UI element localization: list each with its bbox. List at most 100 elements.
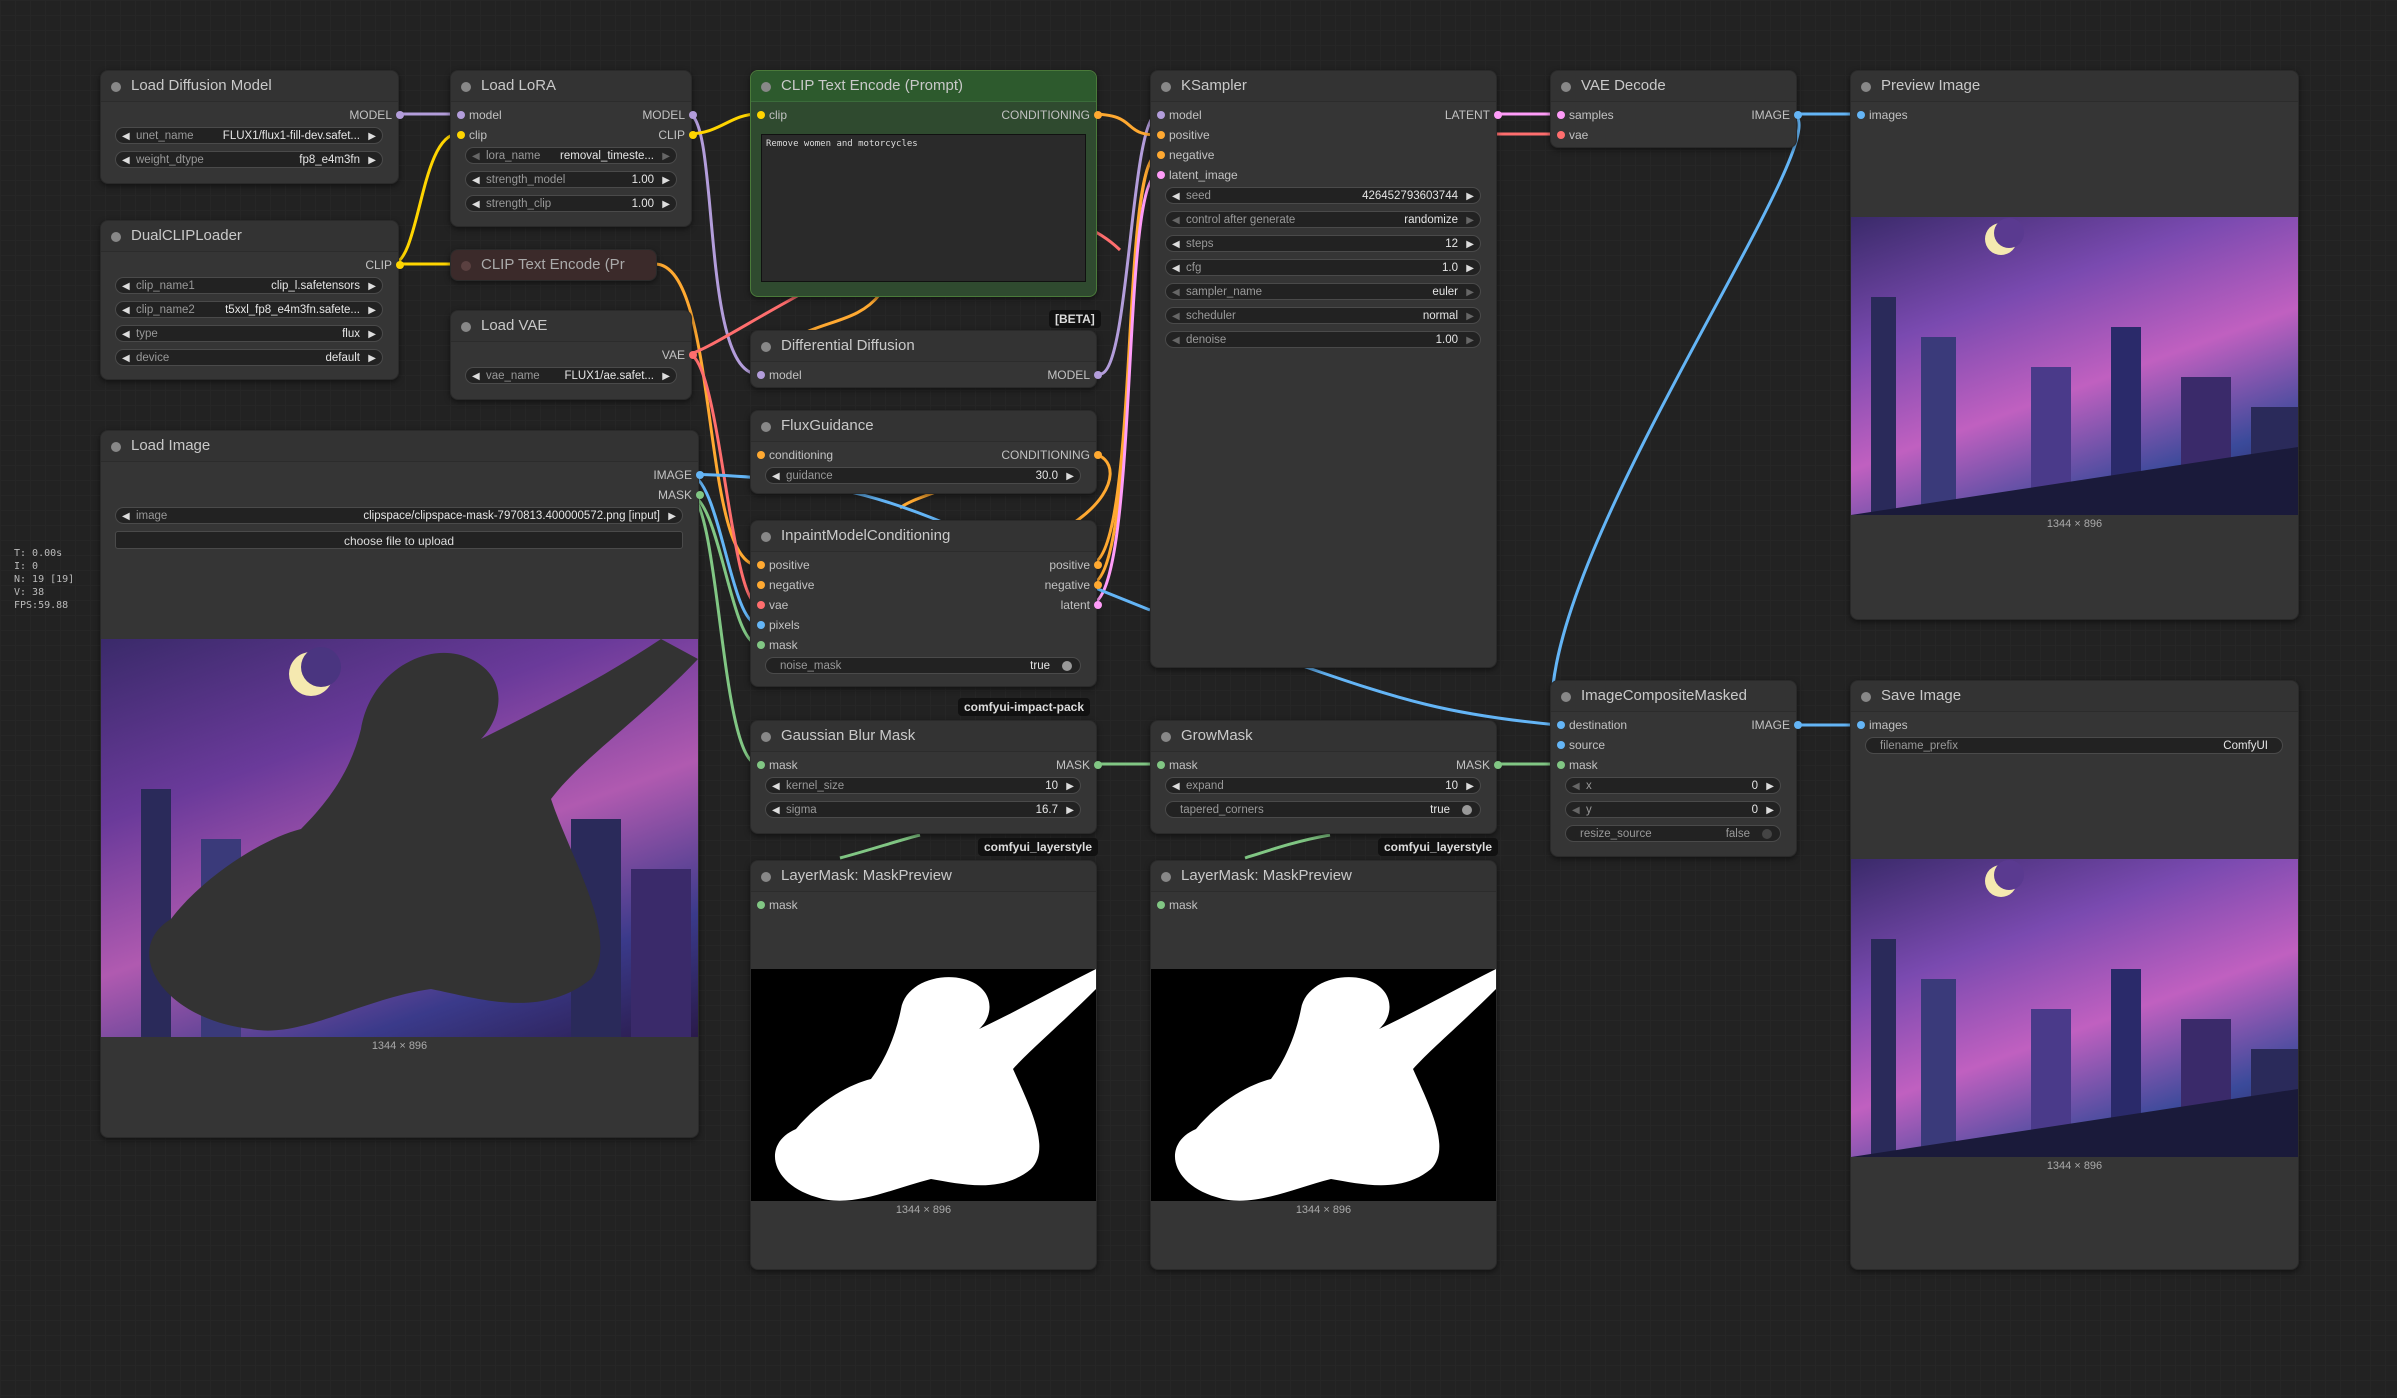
node-differential-diffusion[interactable]: Differential Diffusion model MODEL xyxy=(750,330,1102,388)
image-combo[interactable]: ◀ image clipspace/clipspace-mask-7970813.4… xyxy=(115,507,683,524)
port-dot[interactable] xyxy=(457,111,465,119)
node-title-bar[interactable]: GrowMask xyxy=(1151,721,1496,752)
noise-mask-toggle[interactable]: noise_mask true xyxy=(765,657,1081,674)
arrow-left-icon[interactable]: ◀ xyxy=(122,350,130,367)
input-samples[interactable]: samples xyxy=(1557,108,1614,122)
toggle-knob[interactable] xyxy=(1062,661,1072,671)
arrow-left-icon[interactable]: ◀ xyxy=(1172,284,1180,301)
collapse-dot-icon[interactable] xyxy=(461,322,471,332)
vae-name-combo[interactable]: ◀ vae_name FLUX1/ae.safet... ▶ xyxy=(465,367,677,384)
node-title-bar[interactable]: Load Image xyxy=(101,431,698,462)
node-title-bar[interactable]: LayerMask: MaskPreview xyxy=(751,861,1096,892)
arrow-right-icon[interactable]: ▶ xyxy=(1766,802,1774,819)
collapse-dot-icon[interactable] xyxy=(1561,82,1571,92)
collapse-dot-icon[interactable] xyxy=(461,82,471,92)
node-load-vae[interactable]: Load VAE VAE ◀ vae_name FLUX1/ae.safet... ▶ xyxy=(450,310,697,400)
port-dot[interactable] xyxy=(689,111,697,119)
arrow-left-icon[interactable]: ◀ xyxy=(1172,778,1180,795)
output-conditioning[interactable]: CONDITIONING xyxy=(1001,108,1102,122)
output-mask[interactable]: MASK xyxy=(1456,758,1502,772)
arrow-right-icon[interactable]: ▶ xyxy=(368,152,376,169)
steps-number[interactable]: ◀ steps 12 ▶ xyxy=(1165,235,1481,252)
output-model[interactable]: MODEL xyxy=(642,108,697,122)
node-title-bar[interactable]: Load VAE xyxy=(451,311,691,342)
node-title-bar[interactable]: DualCLIPLoader xyxy=(101,221,398,252)
port-dot[interactable] xyxy=(1094,601,1102,609)
port-dot[interactable] xyxy=(1557,761,1565,769)
output-clip[interactable]: CLIP xyxy=(658,128,697,142)
input-source[interactable]: source xyxy=(1557,738,1605,752)
arrow-right-icon[interactable]: ▶ xyxy=(1466,284,1474,301)
arrow-left-icon[interactable]: ◀ xyxy=(122,152,130,169)
node-title-bar[interactable]: VAE Decode xyxy=(1551,71,1796,102)
node-title-bar[interactable]: ImageCompositeMasked xyxy=(1551,681,1796,712)
input-mask[interactable]: mask xyxy=(757,638,798,652)
node-clip-text-encode[interactable]: CLIP Text Encode (Prompt) clip CONDITION… xyxy=(750,70,1102,297)
node-ksampler[interactable]: KSampler model positive negative latent_… xyxy=(1150,70,1502,668)
port-dot[interactable] xyxy=(1494,111,1502,119)
arrow-left-icon[interactable]: ◀ xyxy=(472,368,480,385)
collapse-dot-icon[interactable] xyxy=(761,422,771,432)
input-mask[interactable]: mask xyxy=(1157,758,1198,772)
node-title-bar[interactable]: KSampler xyxy=(1151,71,1496,102)
port-dot[interactable] xyxy=(1157,901,1165,909)
input-pixels[interactable]: pixels xyxy=(757,618,800,632)
node-title-bar[interactable]: Gaussian Blur Mask xyxy=(751,721,1096,752)
node-title-bar[interactable]: InpaintModelConditioning xyxy=(751,521,1096,552)
port-dot[interactable] xyxy=(1094,371,1102,379)
port-dot[interactable] xyxy=(757,761,765,769)
port-dot[interactable] xyxy=(757,111,765,119)
arrow-left-icon[interactable]: ◀ xyxy=(472,172,480,189)
arrow-left-icon[interactable]: ◀ xyxy=(122,278,130,295)
toggle-knob[interactable] xyxy=(1762,829,1772,839)
port-dot[interactable] xyxy=(1857,721,1865,729)
input-images[interactable]: images xyxy=(1857,108,1908,122)
input-vae[interactable]: vae xyxy=(1557,128,1588,142)
port-dot[interactable] xyxy=(396,261,404,269)
arrow-left-icon[interactable]: ◀ xyxy=(772,802,780,819)
port-dot[interactable] xyxy=(1794,111,1802,119)
denoise-number[interactable]: ◀ denoise 1.00 ▶ xyxy=(1165,331,1481,348)
arrow-right-icon[interactable]: ▶ xyxy=(1766,778,1774,795)
node-mask-preview-2[interactable]: LayerMask: MaskPreview mask 1344 × 896 xyxy=(1150,860,1497,1270)
arrow-left-icon[interactable]: ◀ xyxy=(1172,188,1180,205)
node-title-bar[interactable]: Load Diffusion Model xyxy=(101,71,398,102)
tapered-corners-toggle[interactable]: tapered_corners true xyxy=(1165,801,1481,818)
control-after-generate-combo[interactable]: ◀ control after generate randomize ▶ xyxy=(1165,211,1481,228)
collapse-dot-icon[interactable] xyxy=(1861,692,1871,702)
arrow-left-icon[interactable]: ◀ xyxy=(1572,802,1580,819)
port-dot[interactable] xyxy=(457,131,465,139)
node-load-lora[interactable]: Load LoRA model clip MODEL CLIP ◀ lora_na… xyxy=(450,70,697,227)
prompt-textarea[interactable]: Remove women and motorcycles xyxy=(761,134,1086,282)
input-negative[interactable]: negative xyxy=(757,578,814,592)
output-conditioning[interactable]: CONDITIONING xyxy=(1001,448,1102,462)
arrow-right-icon[interactable]: ▶ xyxy=(662,148,670,165)
input-mask[interactable]: mask xyxy=(757,758,798,772)
arrow-left-icon[interactable]: ◀ xyxy=(1172,260,1180,277)
input-positive[interactable]: positive xyxy=(1157,128,1210,142)
output-negative[interactable]: negative xyxy=(1045,578,1102,592)
collapse-dot-icon[interactable] xyxy=(761,532,771,542)
type-combo[interactable]: ◀ type flux ▶ xyxy=(115,325,383,342)
strength-clip-number[interactable]: ◀ strength_clip 1.00 ▶ xyxy=(465,195,677,212)
port-dot[interactable] xyxy=(757,621,765,629)
port-dot[interactable] xyxy=(1094,451,1102,459)
port-dot[interactable] xyxy=(1857,111,1865,119)
arrow-right-icon[interactable]: ▶ xyxy=(668,508,676,525)
output-mask[interactable]: MASK xyxy=(658,488,704,502)
arrow-right-icon[interactable]: ▶ xyxy=(368,350,376,367)
node-grow-mask[interactable]: GrowMask mask MASK ◀ expand 10 ▶ tapered_co… xyxy=(1150,720,1502,834)
arrow-left-icon[interactable]: ◀ xyxy=(122,128,130,145)
arrow-left-icon[interactable]: ◀ xyxy=(1172,308,1180,325)
arrow-left-icon[interactable]: ◀ xyxy=(122,326,130,343)
port-dot[interactable] xyxy=(1557,131,1565,139)
input-model[interactable]: model xyxy=(457,108,502,122)
output-latent[interactable]: LATENT xyxy=(1445,108,1502,122)
node-preview-image[interactable]: Preview Image images 1344 × 896 xyxy=(1850,70,2299,620)
input-vae[interactable]: vae xyxy=(757,598,788,612)
node-title-bar[interactable]: FluxGuidance xyxy=(751,411,1096,442)
input-positive[interactable]: positive xyxy=(757,558,810,572)
arrow-right-icon[interactable]: ▶ xyxy=(1466,308,1474,325)
arrow-left-icon[interactable]: ◀ xyxy=(772,778,780,795)
port-dot[interactable] xyxy=(757,601,765,609)
